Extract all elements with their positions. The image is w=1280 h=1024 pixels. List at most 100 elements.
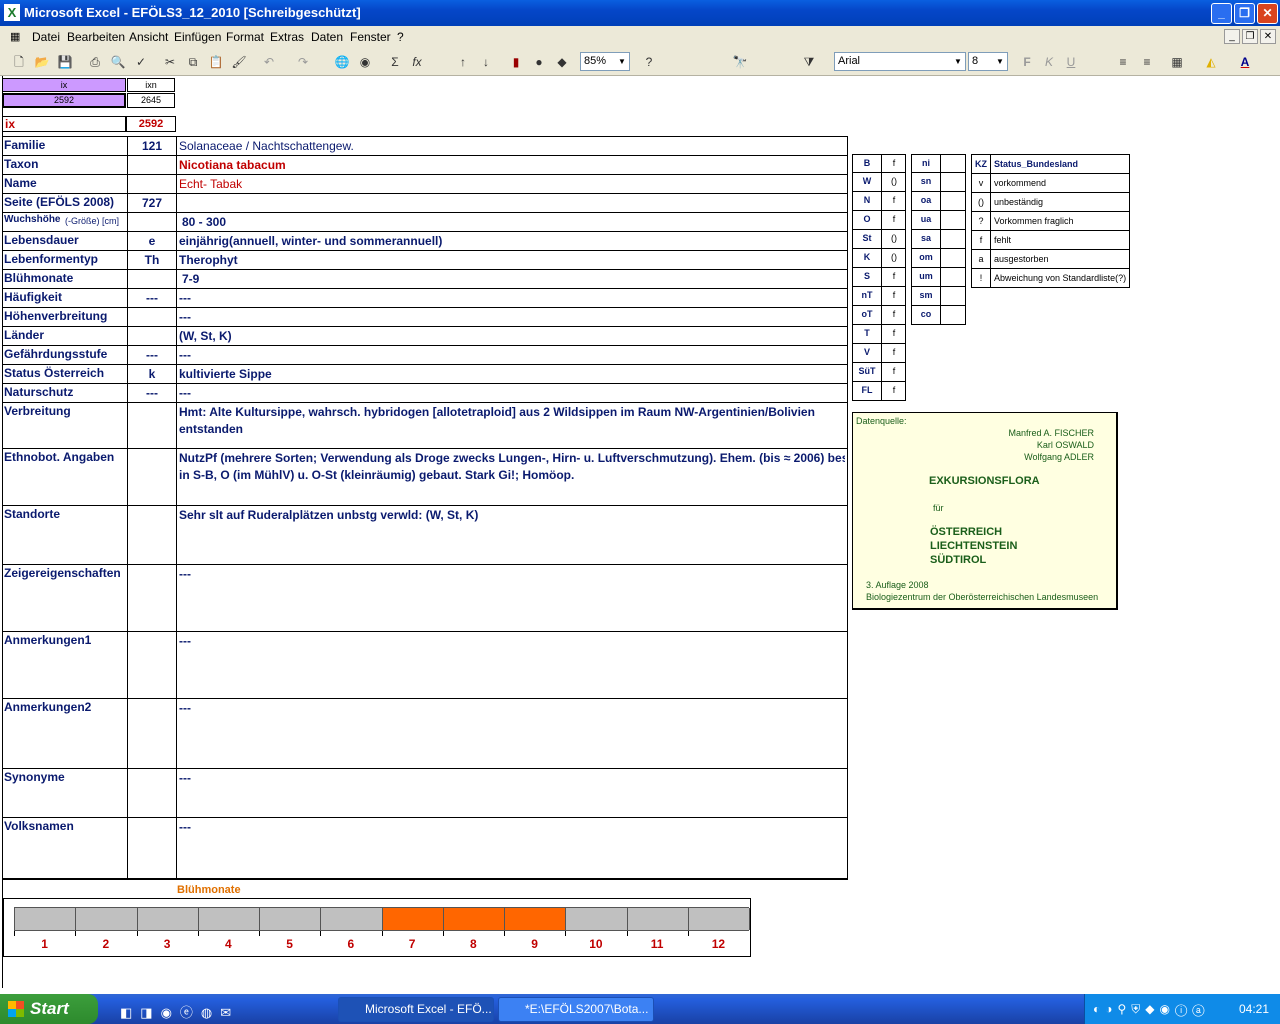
paste-icon[interactable]: 📋 <box>207 53 225 71</box>
save-icon[interactable]: 💾 <box>56 53 74 71</box>
legend-k: f <box>971 230 991 250</box>
font-combo[interactable]: Arial ▼ <box>834 52 966 71</box>
field-value[interactable]: Solanaceae / Nachtschattengew. <box>179 139 845 153</box>
borders-icon[interactable]: ▦ <box>1168 53 1186 71</box>
menu-format[interactable]: Format <box>226 30 264 44</box>
field-value[interactable]: --- <box>179 348 845 362</box>
spellcheck-icon[interactable]: ✓ <box>132 53 150 71</box>
format-painter-icon[interactable]: 🖌 <box>230 53 248 71</box>
state-value: () <box>891 176 897 186</box>
field-value[interactable]: NutzPf (mehrere Sorten; Verwendung als D… <box>179 451 845 465</box>
field-value[interactable]: (W, St, K) <box>179 329 845 343</box>
field-code[interactable]: Th <box>128 253 176 267</box>
field-row: Lebenformentyp Th Therophyt <box>3 251 847 270</box>
autosum-icon[interactable]: Σ <box>386 53 404 71</box>
document-icon[interactable]: ▦ <box>10 30 20 43</box>
field-code[interactable]: e <box>128 234 176 248</box>
field-value[interactable]: Sehr slt auf Ruderalplätzen unbstg verwl… <box>179 508 845 522</box>
redo-icon[interactable]: ↷ <box>294 53 312 71</box>
field-value[interactable]: Therophyt <box>179 253 845 267</box>
align-center-icon[interactable]: ≡ <box>1138 53 1156 71</box>
sort-asc-icon[interactable]: ↑ <box>454 53 472 71</box>
field-value[interactable]: einjährig(annuell, winter- und sommerann… <box>179 234 845 248</box>
ix-value-cell[interactable]: 2592 <box>2 93 126 108</box>
doc-minimize-icon[interactable]: _ <box>1224 29 1240 44</box>
function-icon[interactable]: fx <box>408 53 426 71</box>
field-value[interactable]: --- <box>179 310 845 324</box>
bloom-tick <box>75 931 77 936</box>
field-value[interactable]: --- <box>179 701 845 715</box>
field-row: Höhenverbreitung --- <box>3 308 847 327</box>
doc-restore-icon[interactable]: ❐ <box>1242 29 1258 44</box>
task-excel[interactable]: Microsoft Excel - EFÖ... <box>338 997 494 1022</box>
field-code[interactable]: --- <box>128 291 176 305</box>
undo-icon[interactable]: ↶ <box>260 53 278 71</box>
copy-icon[interactable]: ⧉ <box>184 53 202 71</box>
field-value[interactable]: --- <box>179 634 845 648</box>
field-value[interactable]: 7-9 <box>179 272 845 286</box>
font-color-icon[interactable]: A <box>1236 53 1254 71</box>
field-value[interactable]: --- <box>179 291 845 305</box>
minimize-button[interactable]: _ <box>1211 3 1232 24</box>
underline-icon[interactable]: U <box>1062 53 1080 71</box>
field-value[interactable]: Nicotiana tabacum <box>179 158 845 172</box>
menu-daten[interactable]: Daten <box>311 30 343 44</box>
print-preview-icon[interactable]: 🔍 <box>109 53 127 71</box>
fill-color-icon[interactable]: ◭ <box>1202 53 1220 71</box>
field-code[interactable]: --- <box>128 386 176 400</box>
cut-icon[interactable]: ✂ <box>161 53 179 71</box>
bloom-tick <box>504 931 505 936</box>
filter-icon[interactable]: ⧩ <box>800 53 818 71</box>
web-icon[interactable]: ◉ <box>356 53 374 71</box>
ixn-value-cell[interactable]: 2645 <box>127 93 175 108</box>
doc-close-icon[interactable]: ✕ <box>1260 29 1276 44</box>
size-combo[interactable]: 8 ▼ <box>968 52 1008 71</box>
field-code[interactable]: k <box>128 367 176 381</box>
field-value[interactable]: Echt- Tabak <box>179 177 845 191</box>
field-value[interactable]: --- <box>179 771 845 785</box>
field-value[interactable]: kultivierte Sippe <box>179 367 845 381</box>
tray-icons[interactable]: ◐◑⚲⛨◆◉ⓘⓐ <box>1093 1002 1209 1017</box>
font-dropdown-icon[interactable]: ▼ <box>951 53 965 70</box>
field-value[interactable]: --- <box>179 386 845 400</box>
field-value-line2[interactable]: in S-B, O (im MühlV) u. O-St (kleinräumi… <box>179 468 574 482</box>
drawing-icon[interactable]: ◆ <box>553 53 571 71</box>
start-button[interactable]: Start <box>0 994 98 1024</box>
menu-einfuegen[interactable]: Einfügen <box>174 30 221 44</box>
menu-bearbeiten[interactable]: Bearbeiten <box>67 30 125 44</box>
menu-datei[interactable]: Datei <box>32 30 60 44</box>
find-icon[interactable]: 🔭 <box>731 53 749 71</box>
close-button[interactable]: ✕ <box>1257 3 1278 24</box>
bold-icon[interactable]: F <box>1018 53 1036 71</box>
zoom-combo[interactable]: 85% ▼ <box>580 52 630 71</box>
worksheet[interactable]: ix ixn 2592 2645 ix 2592 Familie 121 Solan… <box>0 76 1280 988</box>
field-code[interactable]: 727 <box>128 196 176 210</box>
field-code[interactable]: --- <box>128 348 176 362</box>
menu-ansicht[interactable]: Ansicht <box>129 30 168 44</box>
size-dropdown-icon[interactable]: ▼ <box>993 53 1007 70</box>
print-icon[interactable]: ⎙ <box>86 53 104 71</box>
quicklaunch-icons[interactable]: ◧◨◉ⓔ◍✉ <box>120 1002 239 1021</box>
menu-fenster[interactable]: Fenster <box>350 30 391 44</box>
new-icon[interactable]: 🗋 <box>10 53 28 71</box>
zoom-dropdown-icon[interactable]: ▼ <box>615 53 629 70</box>
field-value-line2[interactable]: entstanden <box>179 422 243 436</box>
map-icon[interactable]: ● <box>530 53 548 71</box>
field-value[interactable]: --- <box>179 567 845 581</box>
open-icon[interactable]: 📂 <box>33 53 51 71</box>
menu-extras[interactable]: Extras <box>270 30 304 44</box>
italic-icon[interactable]: K <box>1040 53 1058 71</box>
field-value[interactable]: 80 - 300 <box>179 215 845 229</box>
sort-desc-icon[interactable]: ↓ <box>477 53 495 71</box>
maximize-button[interactable]: ❐ <box>1234 3 1255 24</box>
align-left-icon[interactable]: ≡ <box>1114 53 1132 71</box>
help-icon[interactable]: ? <box>640 53 658 71</box>
task-explorer[interactable]: *E:\EFÖLS2007\Bota... <box>498 997 654 1022</box>
menu-help[interactable]: ? <box>397 30 404 44</box>
hyperlink-icon[interactable]: 🌐 <box>333 53 351 71</box>
field-value[interactable]: --- <box>179 820 845 834</box>
field-code[interactable]: 121 <box>128 139 176 153</box>
chart-icon[interactable]: ▮ <box>507 53 525 71</box>
ix-big-value[interactable]: 2592 <box>126 116 176 132</box>
field-value[interactable]: Hmt: Alte Kultursippe, wahrsch. hybridog… <box>179 405 845 419</box>
